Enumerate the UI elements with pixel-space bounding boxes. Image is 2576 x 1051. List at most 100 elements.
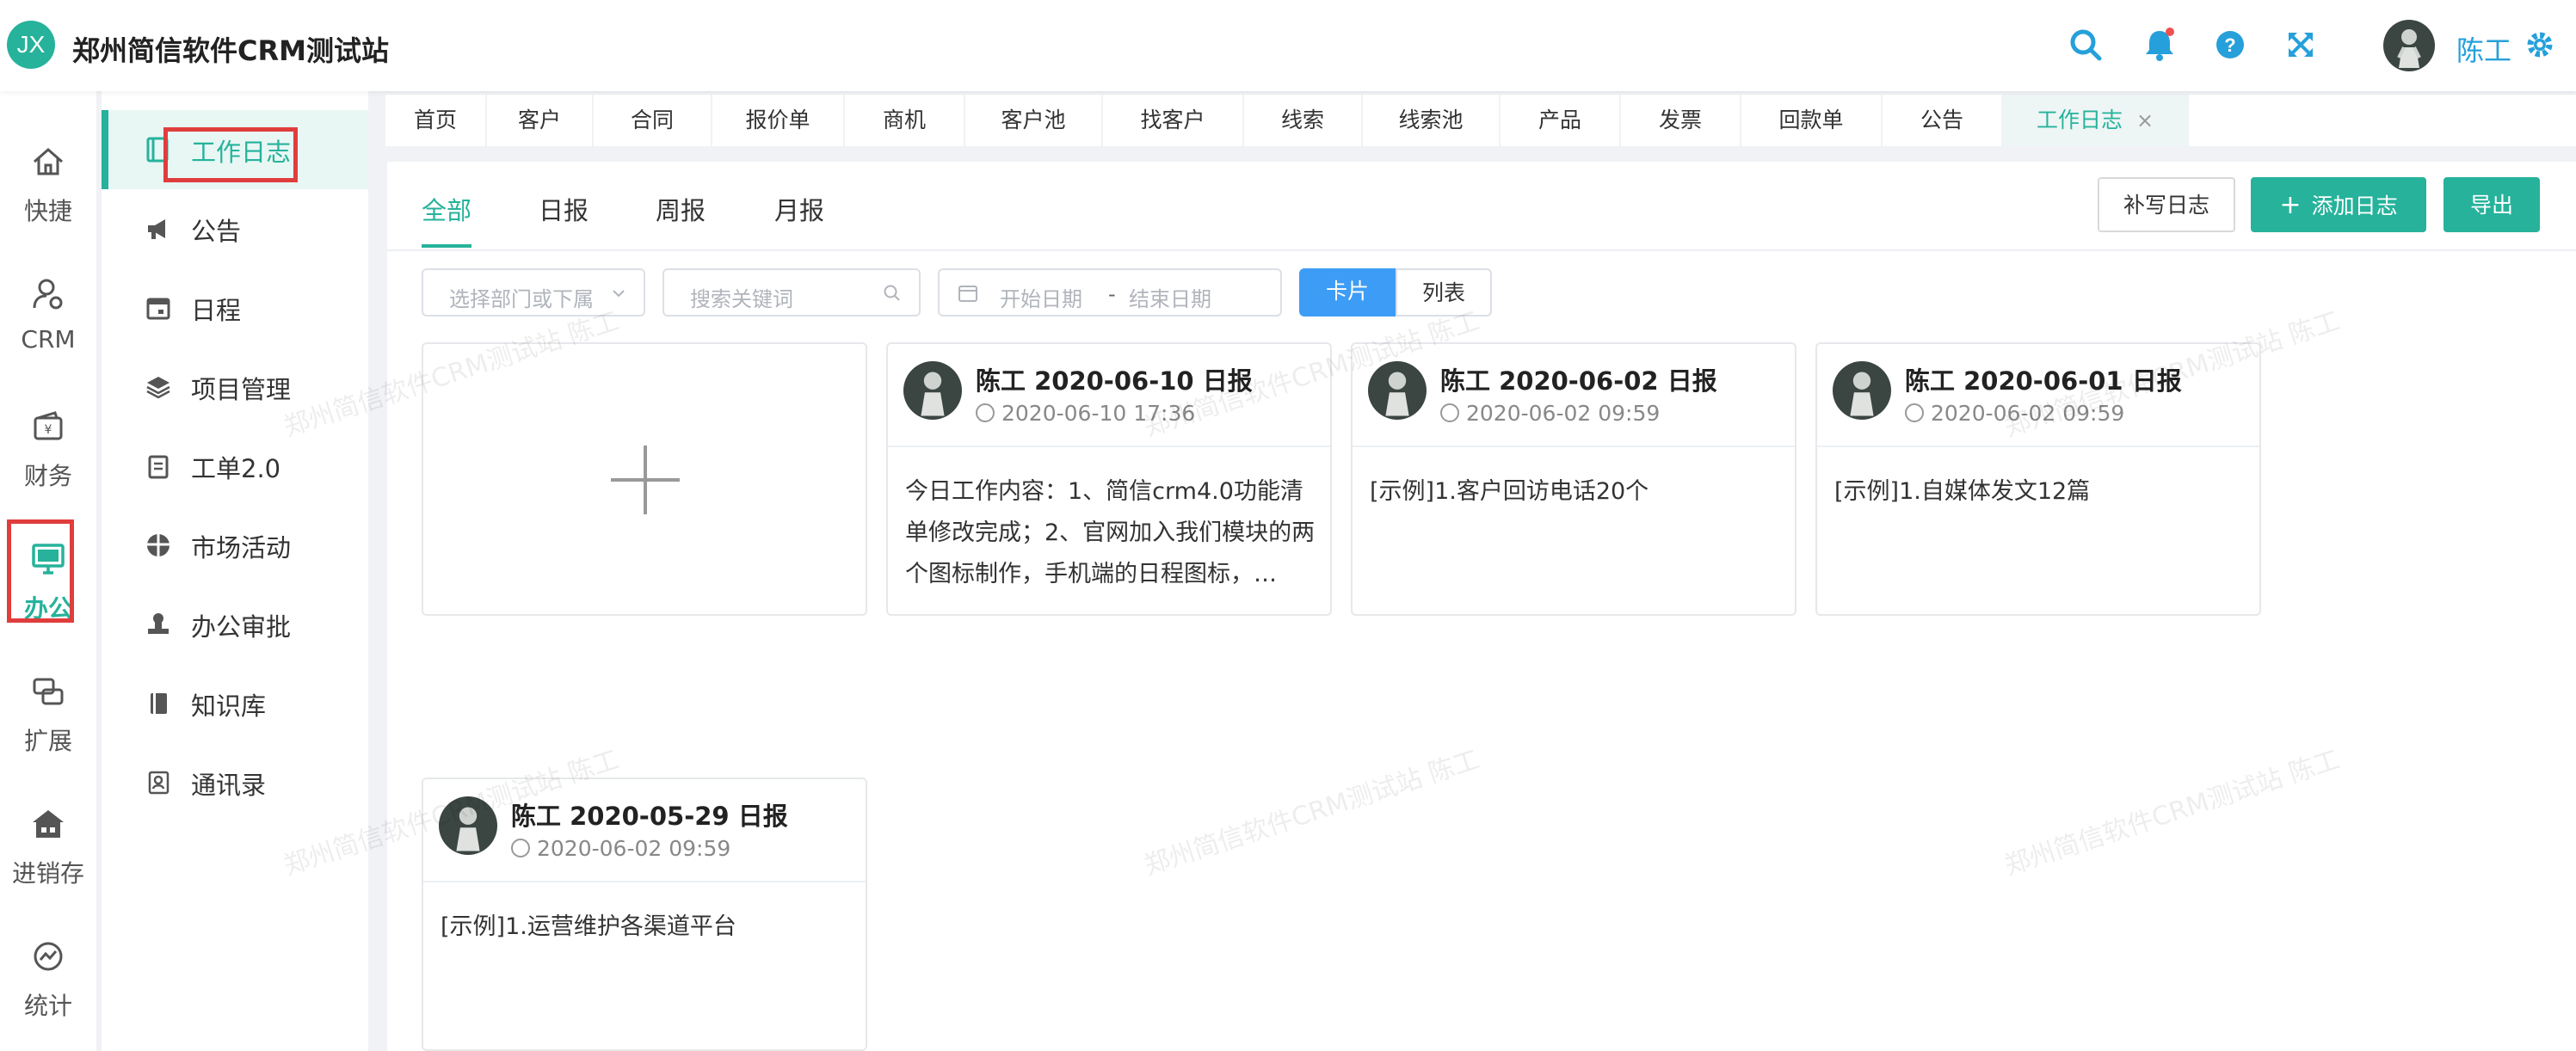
log-card[interactable]: 陈工 2020-05-29 日报 2020-06-02 09:59 [示例]1.… [422, 777, 867, 1051]
log-card-body: [示例]1.自媒体发文12篇 [1834, 478, 2091, 505]
tab-all[interactable]: 全部 [422, 191, 471, 227]
fullscreen-icon[interactable] [2282, 26, 2320, 64]
bell-icon[interactable] [2141, 26, 2179, 64]
log-card-title: 陈工 2020-06-10 日报 [976, 366, 1253, 396]
card-divider [423, 881, 866, 882]
rail-label: 扩展 [23, 727, 72, 755]
log-card[interactable]: 陈工 2020-06-02 日报 2020-06-02 09:59 [示例]1.… [1351, 342, 1796, 616]
log-card-body: 今日工作内容：1、简信crm4.0功能清单修改完成；2、官网加入我们模块的两个图… [905, 478, 1316, 587]
chevron-down-icon [613, 290, 625, 298]
add-log-button[interactable]: + 添加日志 [2251, 177, 2426, 232]
department-select[interactable]: 选择部门或下属 [422, 268, 645, 317]
rail-item-shortcuts[interactable]: 快捷 [0, 126, 96, 229]
tab-opportunity[interactable]: 商机 [845, 95, 965, 146]
work-log-panel: 全部 日报 周报 月报 补写日志 + 添加日志 导出 选择部门或下属 搜索关键词 … [387, 162, 2576, 1051]
gear-icon[interactable] [2524, 29, 2555, 60]
alarm-clock-icon [976, 403, 995, 422]
layers-icon [146, 377, 170, 399]
divider [387, 249, 2576, 251]
tab-leads[interactable]: 线索 [1244, 95, 1363, 146]
card-divider [888, 446, 1330, 447]
tab-daily[interactable]: 日报 [539, 191, 589, 227]
subnav-item-project[interactable]: 项目管理 [102, 347, 368, 427]
tab-monthly[interactable]: 月报 [774, 191, 824, 227]
svg-text:¥: ¥ [45, 423, 52, 437]
end-date-placeholder: 结束日期 [1129, 287, 1211, 311]
list-view-toggle[interactable]: 列表 [1396, 268, 1492, 317]
subnav-item-approval[interactable]: 办公审批 [102, 585, 368, 664]
calendar-icon [146, 298, 170, 320]
tab-weekly[interactable]: 周报 [656, 191, 706, 227]
contacts-icon [148, 771, 169, 795]
chart-icon [34, 942, 63, 971]
tab-customer-pool[interactable]: 客户池 [965, 95, 1103, 146]
card-view-toggle[interactable]: 卡片 [1299, 268, 1396, 317]
tab-work-log[interactable]: 工作日志 × [2003, 95, 2189, 146]
subnav-item-announcement[interactable]: 公告 [102, 189, 368, 268]
export-button[interactable]: 导出 [2444, 177, 2540, 232]
secondary-nav: 工作日志 公告 日程 项目管理 工单2.0 市场活动 办公审批 知识库 通讯录 [96, 91, 368, 1051]
tab-lead-pool[interactable]: 线索池 [1363, 95, 1501, 146]
keyword-placeholder: 搜索关键词 [690, 287, 793, 311]
store-icon [33, 810, 64, 838]
gift-icon [147, 534, 169, 556]
tab-payment[interactable]: 回款单 [1741, 95, 1883, 146]
tab-find-customer[interactable]: 找客户 [1103, 95, 1244, 146]
card-divider [1353, 446, 1795, 447]
rail-item-inventory[interactable]: 进销存 [0, 788, 96, 891]
rail-item-crm[interactable]: CRM [0, 258, 96, 361]
clipboard-icon [148, 455, 169, 479]
card-divider [1817, 446, 2259, 447]
subnav-item-ticket[interactable]: 工单2.0 [102, 427, 368, 506]
start-date-placeholder: 开始日期 [1000, 287, 1082, 311]
tab-quote[interactable]: 报价单 [712, 95, 845, 146]
avatar [1833, 361, 1891, 420]
subnav-label: 日程 [191, 296, 242, 325]
active-tab-indicator [422, 244, 471, 248]
log-card[interactable]: 陈工 2020-06-10 日报 2020-06-10 17:36 今日工作内容… [886, 342, 1332, 616]
plus-icon: + [2279, 190, 2302, 220]
app-logo[interactable]: JX [7, 21, 55, 69]
date-range-picker[interactable]: 开始日期 - 结束日期 [938, 268, 1282, 317]
tab-product[interactable]: 产品 [1501, 95, 1621, 146]
subnav-item-knowledge[interactable]: 知识库 [102, 664, 368, 743]
tab-contract[interactable]: 合同 [594, 95, 712, 146]
alarm-clock-icon [1440, 403, 1459, 422]
log-card-body: [示例]1.运营维护各渠道平台 [441, 913, 736, 940]
close-icon[interactable]: × [2136, 108, 2154, 132]
tab-invoice[interactable]: 发票 [1621, 95, 1741, 146]
log-card-title: 陈工 2020-05-29 日报 [511, 802, 788, 831]
subnav-label: 办公审批 [191, 612, 292, 642]
rail-item-finance[interactable]: ¥ 财务 [0, 390, 96, 494]
app-title: 郑州简信软件CRM测试站 [72, 34, 389, 67]
supplement-log-button[interactable]: 补写日志 [2098, 177, 2235, 232]
subnav-label: 项目管理 [191, 375, 292, 404]
subnav-label: 通讯录 [191, 771, 267, 800]
rail-item-extension[interactable]: 扩展 [0, 655, 96, 759]
search-icon [884, 285, 900, 301]
log-card-time-text: 2020-06-02 09:59 [537, 836, 731, 861]
top-header: JX 郑州简信软件CRM测试站 ? 陈工 [0, 0, 2576, 91]
subnav-item-marketing[interactable]: 市场活动 [102, 506, 368, 585]
subnav-label: 知识库 [191, 691, 267, 721]
tab-customer[interactable]: 客户 [487, 95, 594, 146]
log-card[interactable]: 陈工 2020-06-01 日报 2020-06-02 09:59 [示例]1.… [1815, 342, 2261, 616]
subnav-item-schedule[interactable]: 日程 [102, 268, 368, 347]
log-card-body: [示例]1.客户回访电话20个 [1370, 478, 1649, 505]
search-icon[interactable] [2067, 26, 2105, 64]
log-card-time: 2020-06-02 09:59 [1905, 401, 2124, 426]
tab-home[interactable]: 首页 [385, 95, 487, 146]
help-icon[interactable]: ? [2211, 26, 2249, 64]
avatar [903, 361, 962, 420]
user-name[interactable]: 陈工 [2456, 29, 2511, 69]
user-avatar[interactable] [2383, 20, 2435, 71]
rail-label: CRM [21, 325, 76, 353]
keyword-search-input[interactable]: 搜索关键词 [662, 268, 921, 317]
tab-announcement[interactable]: 公告 [1883, 95, 2003, 146]
add-log-card[interactable] [422, 342, 867, 616]
subnav-item-contacts[interactable]: 通讯录 [102, 743, 368, 822]
subnav-label: 公告 [191, 217, 242, 246]
extension-icon [33, 678, 64, 705]
rail-item-statistics[interactable]: 统计 [0, 920, 96, 1023]
svg-text:?: ? [2224, 34, 2235, 56]
